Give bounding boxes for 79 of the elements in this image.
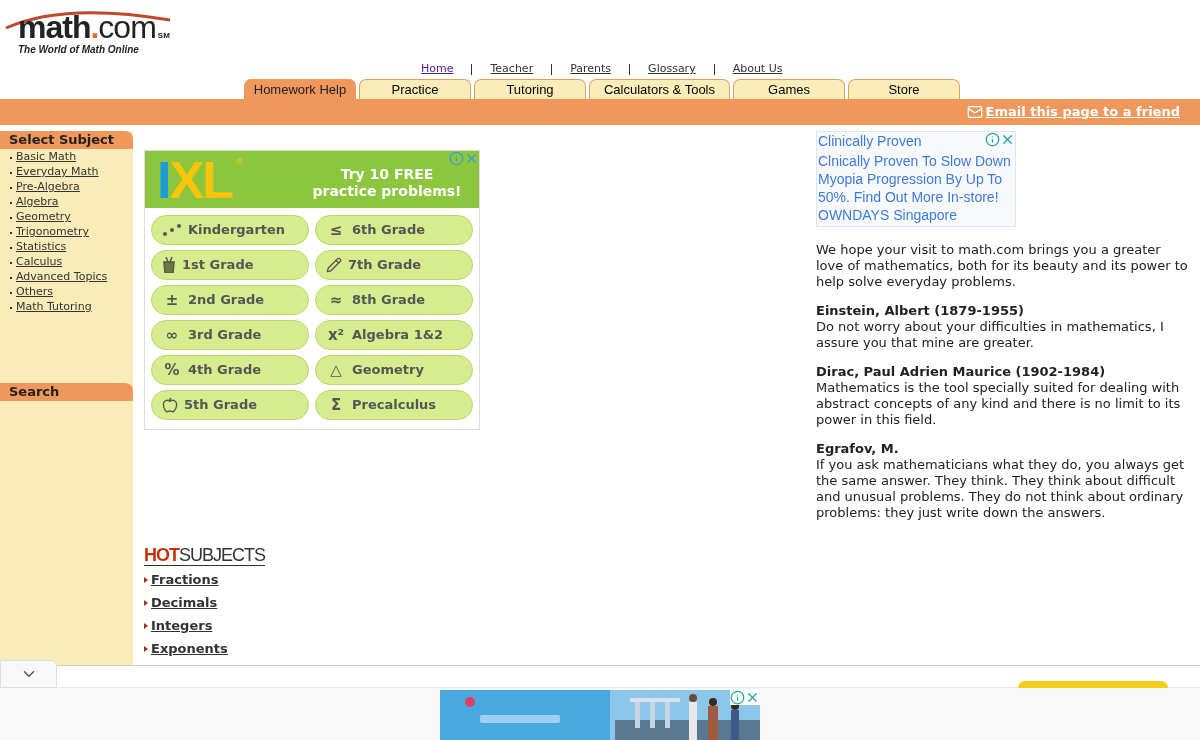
- grade-button[interactable]: ± 2nd Grade: [151, 285, 309, 315]
- apple-icon: [162, 397, 178, 413]
- cup-icon: [162, 257, 176, 273]
- nav-tab[interactable]: Store: [848, 79, 960, 99]
- nav-link[interactable]: Parents: [570, 61, 612, 78]
- pencil-icon: [326, 257, 342, 273]
- ixl-ad[interactable]: IXL® Try 10 FREE practice problems! Kindergarten ≤ 6th Grade 1st Grade 7th Grade ± 2nd Grade ≈ 8th Grade ∞ 3rd Grade x² Algebra 1&2 % 4th Grade △ Geometry 5th Grade Σ Precalculus: [144, 150, 480, 430]
- text-ad[interactable]: Clinically Proven Clnically Proven To Slow Down Myopia Progression By Up To 50%. Find Out More In-store! OWNDAYS Singapore: [816, 131, 1016, 227]
- grade-button[interactable]: 7th Grade: [315, 250, 473, 280]
- subject-link[interactable]: Math Tutoring: [16, 299, 92, 316]
- ixl-logo: IXL®: [157, 154, 241, 205]
- grade-button[interactable]: ∞ 3rd Grade: [151, 320, 309, 350]
- logo-tagline: The World of Math Online: [18, 44, 139, 56]
- hot-subject-link[interactable]: Integers: [151, 617, 213, 634]
- quote-text: Do not worry about your difficulties in mathematics, I assure you that mine are greater.: [816, 319, 1165, 351]
- symbol-icon: ≈: [326, 288, 346, 312]
- nav-tab[interactable]: Practice: [359, 79, 471, 99]
- nav-tab[interactable]: Homework Help: [244, 79, 356, 99]
- symbol-icon: %: [162, 358, 182, 382]
- info-icon[interactable]: [985, 132, 1000, 147]
- subject-link[interactable]: Everyday Math: [16, 164, 99, 181]
- close-icon[interactable]: [1000, 132, 1015, 147]
- dots-icon: [162, 223, 182, 237]
- grade-button[interactable]: ≈ 8th Grade: [315, 285, 473, 315]
- hot-subjects-heading: HOTSUBJECTS: [144, 545, 266, 566]
- quote-text: If you ask mathematicians what they do, you always get the same answer. They think. They think about difficult and unusual problems. They do not think about ordinary problems: they just write down the answers.: [816, 457, 1185, 521]
- hot-subject-link[interactable]: Exponents: [151, 640, 228, 657]
- grade-button[interactable]: 1st Grade: [151, 250, 309, 280]
- symbol-icon: △: [326, 358, 346, 382]
- symbol-icon: Σ: [326, 393, 346, 417]
- nav-link[interactable]: Home: [421, 61, 454, 78]
- sidebar-heading: Select Subject: [0, 131, 133, 149]
- intro-text: We hope your visit to math.com brings you a greater love of mathematics, both for its beauty and its power to help solve everyday problems.: [816, 242, 1189, 290]
- symbol-icon: ∞: [162, 323, 182, 347]
- hot-subject-link[interactable]: Fractions: [151, 571, 219, 588]
- subject-link[interactable]: Algebra: [16, 194, 59, 211]
- arrow-icon: [144, 576, 148, 583]
- subject-link[interactable]: Basic Math: [16, 149, 77, 166]
- quote-author: Dirac, Paul Adrien Maurice (1902-1984): [816, 364, 1107, 380]
- nav-tab[interactable]: Games: [733, 79, 845, 99]
- close-icon[interactable]: [464, 151, 479, 166]
- subject-link[interactable]: Pre-Algebra: [16, 179, 80, 196]
- nav-link[interactable]: Glossary: [648, 61, 696, 78]
- subject-link[interactable]: Statistics: [16, 239, 67, 256]
- hot-subject-link[interactable]: Decimals: [151, 594, 218, 611]
- nav-tab[interactable]: Tutoring: [474, 79, 586, 99]
- ad-text: Clnically Proven To Slow Down Myopia Progression By Up To 50%. Find Out More In-store! OWNDAYS Singapore: [818, 152, 1012, 224]
- info-icon[interactable]: [730, 690, 745, 705]
- mail-icon: [966, 104, 983, 120]
- grade-button[interactable]: △ Geometry: [315, 355, 473, 385]
- grade-button[interactable]: ≤ 6th Grade: [315, 215, 473, 245]
- arrow-icon: [144, 645, 148, 652]
- nav-tab[interactable]: Calculators & Tools: [589, 79, 730, 99]
- grade-button[interactable]: x² Algebra 1&2: [315, 320, 473, 350]
- grade-button[interactable]: 5th Grade: [151, 390, 309, 420]
- logo[interactable]: math.com SM: [18, 12, 170, 42]
- info-icon[interactable]: [449, 151, 464, 166]
- sidebar-heading: Search: [0, 383, 133, 401]
- symbol-icon: x²: [326, 323, 346, 347]
- nav-link[interactable]: About Us: [732, 61, 783, 78]
- subject-link[interactable]: Trigonometry: [16, 224, 89, 241]
- close-icon[interactable]: [745, 690, 760, 705]
- arrow-icon: [144, 622, 148, 629]
- subject-link[interactable]: Geometry: [16, 209, 71, 226]
- nav-link[interactable]: Teacher: [490, 61, 534, 78]
- grade-button[interactable]: Kindergarten: [151, 215, 309, 245]
- symbol-icon: ±: [162, 288, 182, 312]
- ad-title: Clinically Proven: [818, 132, 923, 151]
- quote-author: Egrafov, M.: [816, 441, 900, 457]
- grade-button[interactable]: % 4th Grade: [151, 355, 309, 385]
- subject-link[interactable]: Calculus: [16, 254, 63, 271]
- subject-link[interactable]: Others: [16, 284, 53, 301]
- quote-author: Einstein, Albert (1879-1955): [816, 303, 1025, 319]
- grade-button[interactable]: Σ Precalculus: [315, 390, 473, 420]
- symbol-icon: ≤: [326, 218, 346, 242]
- ad-headline: Try 10 FREE practice problems!: [311, 165, 463, 200]
- arrow-icon: [144, 599, 148, 606]
- quote-text: Mathematics is the tool specially suited for dealing with abstract concepts of any kind and there is no limit to its power in this field.: [816, 380, 1182, 428]
- subject-link[interactable]: Advanced Topics: [16, 269, 108, 286]
